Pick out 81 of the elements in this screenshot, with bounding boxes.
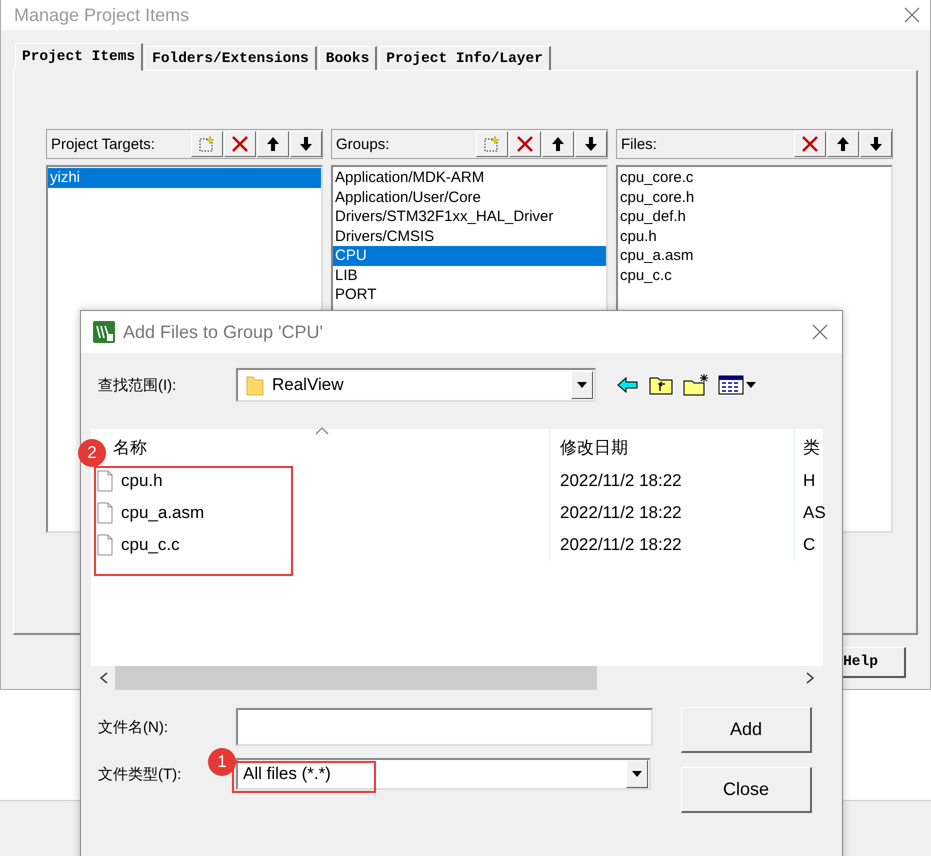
list-item[interactable]: cpu.h (618, 226, 891, 246)
file-date: 2022/11/2 18:22 (560, 503, 682, 523)
file-type-label: 文件类型(T): (97, 764, 182, 784)
scroll-right-icon[interactable] (805, 672, 815, 684)
list-item[interactable]: cpu_def.h (618, 207, 891, 226)
new-folder-icon[interactable] (682, 373, 710, 397)
list-item[interactable]: PORT (333, 285, 606, 304)
close-button[interactable]: Close (681, 767, 812, 813)
move-up-button[interactable] (257, 131, 289, 157)
list-item[interactable]: yizhi (48, 168, 321, 188)
new-item-icon (198, 135, 216, 153)
caret-icon[interactable] (577, 382, 587, 388)
panel-title: Groups: (336, 136, 390, 152)
sort-caret-icon (315, 427, 329, 435)
arrow-down-icon (582, 135, 600, 153)
move-up-button[interactable] (542, 131, 574, 157)
file-name[interactable]: cpu.h (121, 471, 163, 491)
tab[interactable]: Folders/Extensions (145, 46, 317, 70)
list-item[interactable]: cpu_c.c (618, 266, 891, 285)
file-name[interactable]: cpu_a.asm (121, 503, 204, 523)
add-button[interactable]: Add (681, 707, 812, 753)
back-arrow-icon[interactable] (616, 375, 640, 395)
file-type-dropdown[interactable]: All files (*.*) (236, 758, 651, 790)
window-title: Manage Project Items (14, 4, 190, 26)
dialog-title: Add Files to Group 'CPU' (123, 322, 324, 342)
tab[interactable]: Project Items (15, 43, 144, 71)
column-header[interactable]: 名称 (113, 436, 147, 458)
file-type: C (803, 535, 816, 555)
move-down-button[interactable] (575, 131, 607, 157)
delete-button[interactable] (224, 131, 256, 157)
new-item-button[interactable] (191, 131, 223, 157)
list-item[interactable]: CPU (333, 246, 606, 266)
list-item[interactable]: Application/User/Core (333, 188, 606, 207)
file-type: H (803, 471, 816, 491)
column-header[interactable]: 修改日期 (560, 436, 628, 458)
arrow-up-icon (834, 135, 852, 153)
tab[interactable]: Books (318, 46, 378, 70)
delete-icon (801, 135, 819, 153)
new-item-icon (483, 135, 501, 153)
list-item[interactable]: Drivers/STM32F1xx_HAL_Driver (333, 207, 606, 226)
file-name-field[interactable] (236, 708, 653, 746)
list-item[interactable]: LIB (333, 266, 606, 285)
move-down-button[interactable] (860, 131, 892, 157)
file-icon (97, 470, 113, 492)
look-in-label: 查找范围(I): (97, 376, 178, 394)
arrow-up-icon (264, 135, 282, 153)
list-item[interactable]: cpu_a.asm (618, 246, 891, 266)
view-menu-icon[interactable] (718, 374, 758, 396)
new-item-button[interactable] (476, 131, 508, 157)
arrow-down-icon (297, 135, 315, 153)
arrow-down-icon (867, 135, 885, 153)
delete-icon (516, 135, 534, 153)
step-badge: 1 (208, 748, 236, 776)
delete-icon (231, 135, 249, 153)
list-item[interactable]: Application/MDK-ARM (333, 168, 606, 188)
move-down-button[interactable] (290, 131, 322, 157)
close-icon[interactable] (812, 324, 828, 340)
file-icon (97, 534, 113, 556)
scroll-left-icon[interactable] (99, 672, 109, 684)
list-item[interactable]: cpu_core.h (618, 188, 891, 207)
caret-icon[interactable] (632, 771, 642, 777)
file-name-label: 文件名(N): (97, 718, 169, 736)
app-icon (93, 321, 115, 343)
close-icon[interactable] (904, 7, 920, 23)
move-up-button[interactable] (827, 131, 859, 157)
delete-button[interactable] (509, 131, 541, 157)
delete-button[interactable] (794, 131, 826, 157)
file-icon (97, 502, 113, 524)
panel-title: Project Targets: (51, 136, 155, 152)
list-item[interactable]: cpu_core.c (618, 168, 891, 188)
arrow-up-icon (549, 135, 567, 153)
panel-title: Files: (621, 136, 657, 152)
tab[interactable]: Project Info/Layer (379, 46, 551, 70)
folder-icon (246, 374, 264, 396)
file-type: AS (803, 503, 826, 523)
file-name[interactable]: cpu_c.c (121, 535, 180, 555)
file-date: 2022/11/2 18:22 (560, 535, 682, 555)
list-item[interactable]: Drivers/CMSIS (333, 226, 606, 246)
file-date: 2022/11/2 18:22 (560, 471, 682, 491)
column-header[interactable]: 类 (803, 436, 820, 458)
look-in-dropdown[interactable]: RealView (236, 368, 596, 402)
